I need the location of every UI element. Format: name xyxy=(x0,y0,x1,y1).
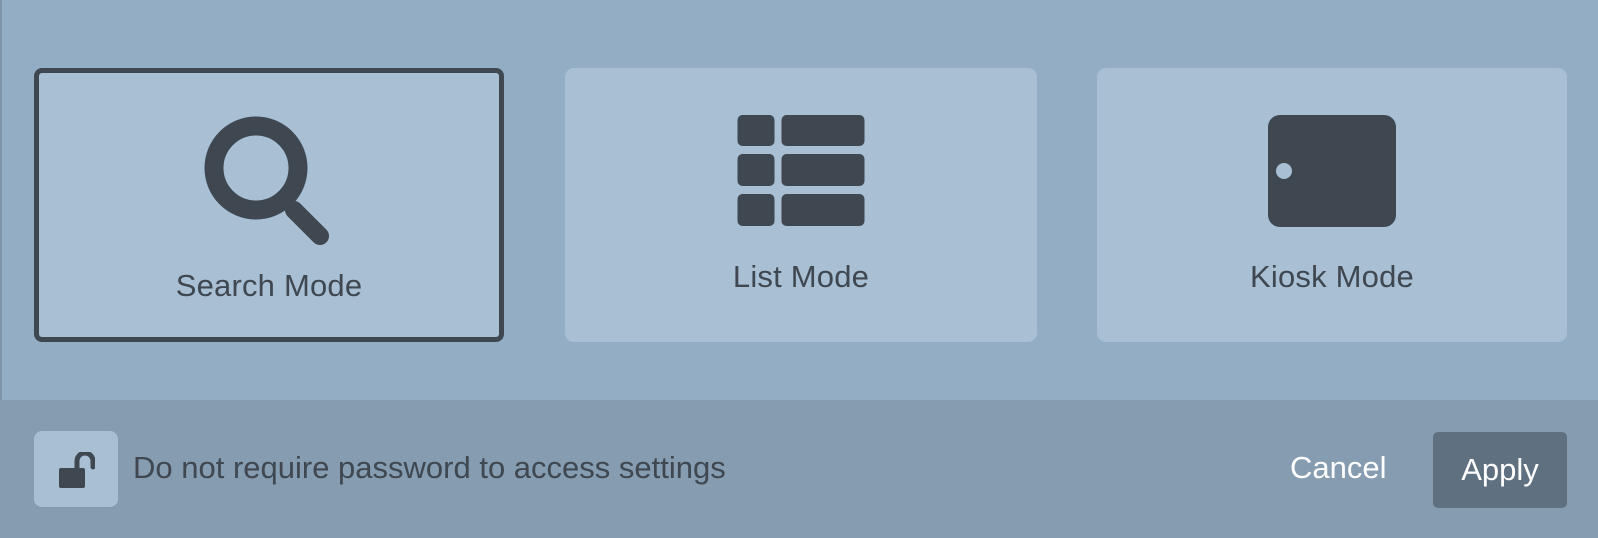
kiosk-icon xyxy=(1268,115,1396,232)
search-icon xyxy=(204,116,334,251)
mode-selection-dialog: Search Mode List Mode Kiosk Mode Do not … xyxy=(0,0,1598,538)
password-lock-toggle[interactable] xyxy=(34,431,118,507)
search-mode-label: Search Mode xyxy=(175,268,363,303)
search-mode-option[interactable]: Search Mode xyxy=(34,68,504,342)
dialog-footer: Do not require password to access settin… xyxy=(0,400,1598,538)
apply-button[interactable]: Apply xyxy=(1433,432,1567,508)
cancel-button[interactable]: Cancel xyxy=(1290,450,1387,486)
list-mode-label: List Mode xyxy=(732,259,870,294)
mode-options: Search Mode List Mode Kiosk Mode xyxy=(0,0,1598,400)
unlock-icon xyxy=(59,450,96,493)
password-setting-label: Do not require password to access settin… xyxy=(133,450,726,485)
kiosk-mode-option[interactable]: Kiosk Mode xyxy=(1097,68,1567,342)
list-icon xyxy=(737,115,865,232)
list-mode-option[interactable]: List Mode xyxy=(565,68,1037,342)
kiosk-mode-label: Kiosk Mode xyxy=(1250,259,1414,294)
